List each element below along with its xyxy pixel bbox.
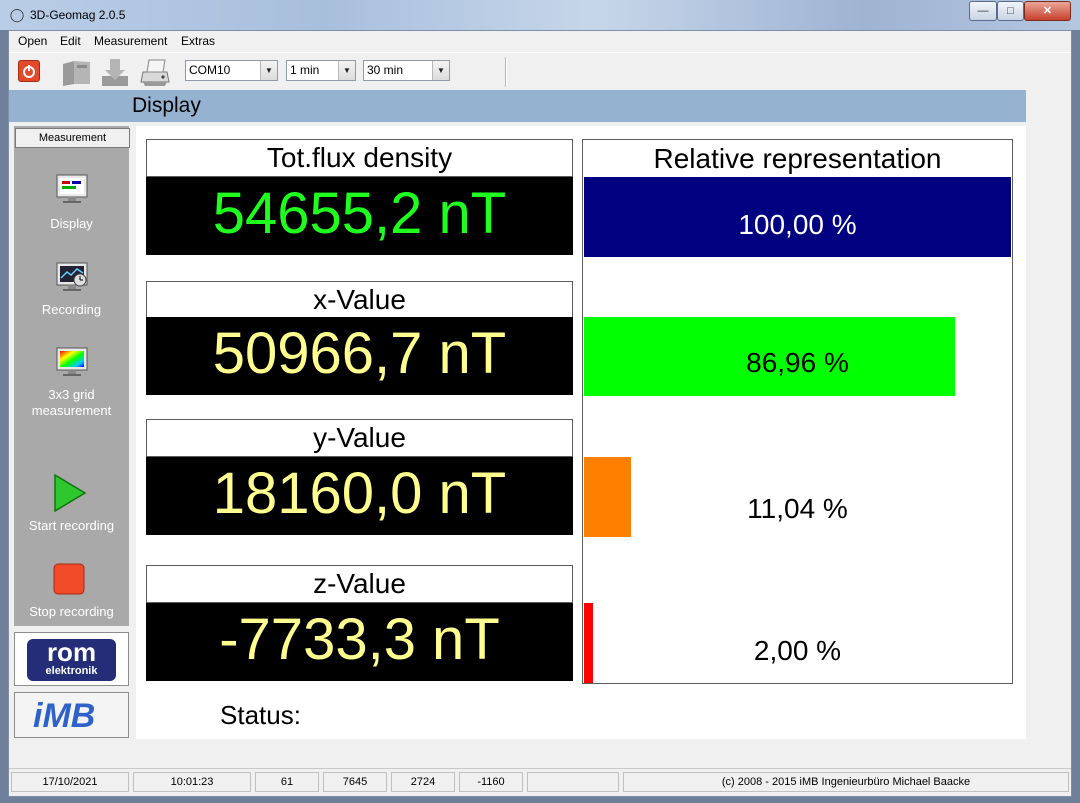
close-button[interactable]: ✕	[1024, 1, 1071, 21]
rom-elektronik-logo: rom elektronik	[14, 632, 129, 686]
open-folder-button[interactable]	[60, 56, 94, 88]
sidebar-item-display[interactable]	[55, 174, 89, 204]
status-empty-field	[527, 772, 619, 792]
total-flux-label: Tot.flux density	[146, 139, 573, 177]
status-z: -1160	[459, 772, 523, 792]
port-value: COM10	[189, 63, 231, 77]
chevron-down-icon[interactable]: ▼	[338, 61, 355, 80]
download-icon	[102, 59, 128, 86]
maximize-button[interactable]: □	[997, 1, 1024, 21]
start-recording-button[interactable]	[53, 473, 87, 513]
z-value-readout: -7733,3 nT	[146, 603, 573, 681]
menu-bar: Open Edit Measurement Extras	[9, 31, 1071, 51]
toolbar: COM10 ▼ 1 min ▼ 30 min ▼	[9, 52, 1071, 90]
menu-extras[interactable]: Extras	[181, 34, 215, 48]
power-icon	[23, 65, 35, 78]
duration-value: 30 min	[367, 63, 404, 77]
y-value-percent: 11,04 %	[747, 493, 848, 524]
stop-icon	[53, 563, 85, 595]
grid-label-line1: 3x3 grid	[48, 387, 95, 402]
port-select[interactable]: COM10 ▼	[185, 60, 278, 81]
x-value-label: x-Value	[146, 281, 573, 319]
window-title: 3D-Geomag 2.0.5	[30, 8, 126, 22]
x-value-readout: 50966,7 nT	[146, 317, 573, 395]
start-recording-label[interactable]: Start recording	[14, 518, 129, 534]
interval-value: 1 min	[290, 63, 320, 77]
minimize-button[interactable]: —	[969, 1, 997, 21]
printer-icon	[140, 59, 170, 86]
z-value-label: z-Value	[146, 565, 573, 603]
save-button[interactable]	[98, 56, 132, 88]
monitor-icon	[56, 174, 88, 203]
relative-title: Relative representation	[653, 143, 942, 174]
menu-measurement[interactable]: Measurement	[94, 34, 167, 48]
sidebar-item-recording-label[interactable]: Recording	[14, 302, 129, 318]
menu-edit[interactable]: Edit	[60, 34, 81, 48]
rom-logo-badge: rom elektronik	[27, 639, 116, 681]
chevron-down-icon[interactable]: ▼	[260, 61, 277, 80]
sidebar-item-grid-label[interactable]: 3x3 grid measurement	[14, 387, 129, 419]
status-x: 7645	[323, 772, 387, 792]
status-y: 2724	[391, 772, 455, 792]
open-file-icon	[63, 61, 90, 86]
imb-logo: iMB	[14, 692, 129, 738]
total-flux-value: 54655,2 nT	[146, 177, 573, 255]
chevron-down-icon[interactable]: ▼	[432, 61, 449, 80]
sidebar-header-button[interactable]: Measurement	[15, 128, 130, 148]
power-button[interactable]	[18, 60, 40, 82]
play-icon	[54, 473, 87, 513]
sidebar-item-grid[interactable]	[55, 347, 89, 377]
grid-label-line2: measurement	[31, 403, 112, 418]
app-icon: ◯	[9, 7, 25, 22]
y-value-readout: 18160,0 nT	[146, 457, 573, 535]
status-time: 10:01:23	[133, 772, 251, 792]
stop-recording-label[interactable]: Stop recording	[14, 604, 129, 620]
status-label: Status:	[220, 700, 301, 730]
sidebar-item-recording[interactable]	[55, 262, 89, 292]
menu-open[interactable]: Open	[18, 34, 47, 48]
status-copyright: (c) 2008 - 2015 iMB Ingenieurbüro Michae…	[623, 772, 1069, 792]
status-count: 61	[255, 772, 319, 792]
page-title: Display	[132, 94, 201, 117]
recording-monitor-icon	[56, 262, 88, 291]
total-flux-percent: 100,00 %	[738, 209, 857, 240]
imb-logo-text: iMB	[33, 697, 96, 735]
rom-logo-text: rom	[46, 637, 97, 667]
z-value-percent: 2,00 %	[753, 635, 842, 666]
print-button[interactable]	[137, 56, 173, 88]
x-value-percent: 86,96 %	[746, 347, 849, 378]
grid-measurement-icon	[56, 347, 88, 376]
elektronik-logo-text: elektronik	[45, 665, 98, 677]
status-date: 17/10/2021	[11, 772, 129, 792]
duration-select[interactable]: 30 min ▼	[363, 60, 450, 81]
sidebar-item-display-label[interactable]: Display	[14, 216, 129, 232]
stop-recording-button[interactable]	[53, 563, 87, 595]
y-value-label: y-Value	[146, 419, 573, 457]
interval-select[interactable]: 1 min ▼	[286, 60, 356, 81]
toolbar-separator	[505, 57, 507, 87]
title-bar	[0, 0, 1080, 30]
